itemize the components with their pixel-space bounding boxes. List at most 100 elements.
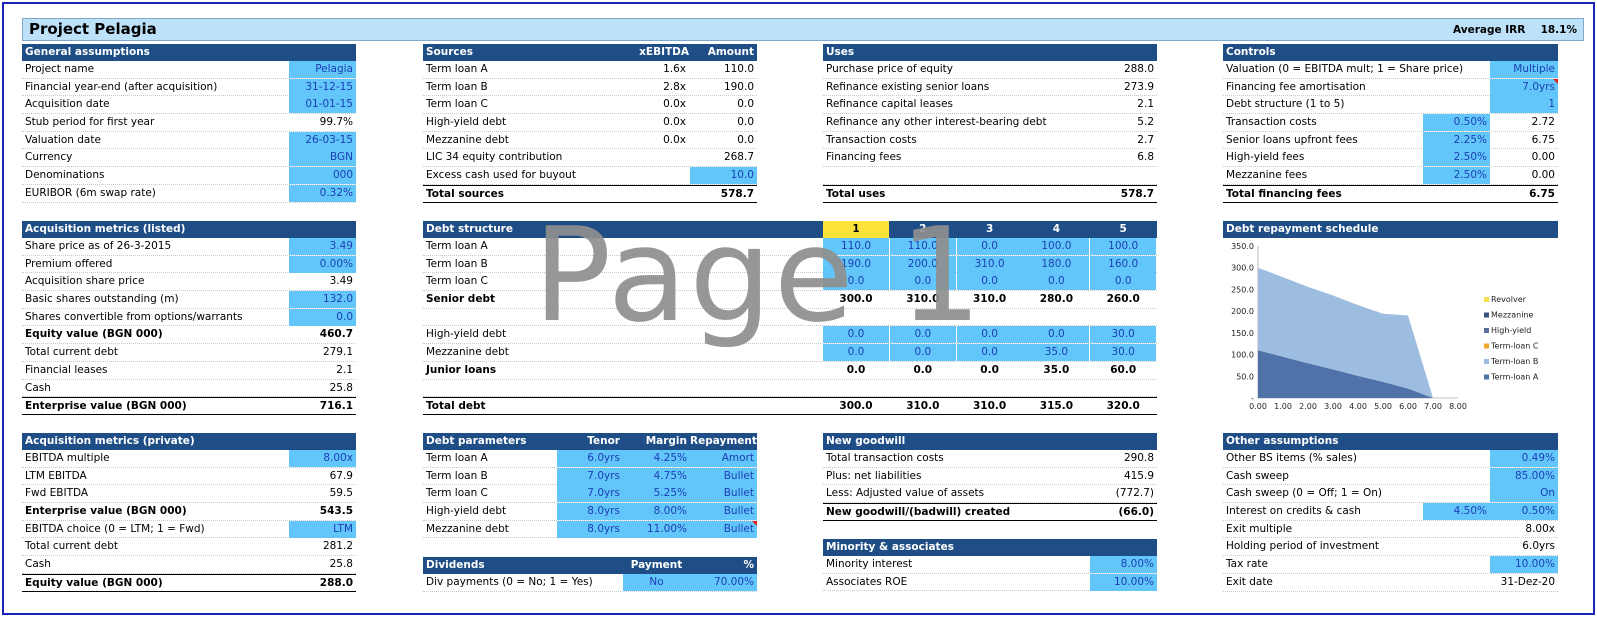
- sources-row-amount: 0.0: [737, 133, 754, 146]
- tenor-input[interactable]: 6.0yrs: [557, 450, 623, 467]
- senior-debt-row-value[interactable]: 0.0: [956, 273, 1023, 291]
- other-row-label: Tax rate: [1226, 558, 1268, 571]
- general-row-input[interactable]: 000: [289, 167, 356, 185]
- senior-debt-row-value[interactable]: 0.0: [823, 273, 889, 291]
- senior-debt-row-value[interactable]: 110.0: [823, 238, 889, 255]
- margin-input[interactable]: 4.75%: [623, 467, 690, 485]
- acq-private-row-input[interactable]: LTM: [289, 520, 356, 538]
- tenor-input[interactable]: 7.0yrs: [557, 485, 623, 503]
- acq-private-row-label: Enterprise value (BGN 000): [25, 505, 187, 518]
- sources-row-amount: 190.0: [723, 80, 754, 93]
- junior-debt-row-value[interactable]: 30.0: [1090, 326, 1157, 344]
- goodwill-total: New goodwill/(badwill) created (66.0): [823, 503, 1157, 521]
- junior-debt-row-value[interactable]: 0.0: [889, 344, 956, 362]
- debt-structure-option-3[interactable]: 3: [957, 221, 1023, 238]
- tenor-input[interactable]: 8.0yrs: [557, 503, 623, 521]
- acq-listed-row-input[interactable]: 0.00%: [289, 255, 356, 273]
- senior-debt-row-value[interactable]: 0.0: [1090, 273, 1157, 291]
- junior-debt-row-value[interactable]: 35.0: [1023, 344, 1090, 362]
- debt-structure-option-2[interactable]: 2: [890, 221, 956, 238]
- margin-input[interactable]: 4.25%: [623, 450, 690, 467]
- minority-row-input[interactable]: 8.00%: [1090, 556, 1157, 573]
- junior-debt-row-value[interactable]: 0.0: [1023, 326, 1090, 344]
- junior-debt-row-value[interactable]: 0.0: [823, 344, 889, 362]
- repayment-input[interactable]: Bullet: [690, 467, 757, 485]
- minority-row-input[interactable]: 10.00%: [1090, 573, 1157, 591]
- debt-structure-option-5[interactable]: 5: [1090, 221, 1156, 238]
- junior-debt-row-value[interactable]: 0.0: [956, 344, 1023, 362]
- repayment-input[interactable]: Amort: [690, 450, 757, 467]
- controls-row-pct-input[interactable]: 2.25%: [1423, 131, 1490, 149]
- general-row-input[interactable]: Pelagia: [289, 61, 356, 78]
- acq-private-row-input[interactable]: 8.00x: [289, 450, 356, 467]
- junior-debt-row-value[interactable]: 0.0: [889, 326, 956, 344]
- legend-label: Term-loan A: [1490, 373, 1539, 382]
- dividend-percent-input[interactable]: 70.00%: [690, 574, 757, 591]
- other-row-input[interactable]: On: [1490, 485, 1558, 503]
- general-row-input[interactable]: 26-03-15: [289, 131, 356, 149]
- senior-debt-row-value[interactable]: 0.0: [1023, 273, 1090, 291]
- controls-row-input[interactable]: 7.0yrs: [1490, 78, 1558, 96]
- acq-listed-row-input[interactable]: 132.0: [289, 291, 356, 309]
- senior-debt-row-value[interactable]: 310.0: [956, 255, 1023, 273]
- senior-debt-row-value[interactable]: 0.0: [889, 273, 956, 291]
- repayment-input[interactable]: Bullet: [690, 485, 757, 503]
- acq-private-row-label: LTM EBITDA: [25, 469, 87, 482]
- senior-debt-row-value[interactable]: 180.0: [1023, 255, 1090, 273]
- junior-debt-row-value[interactable]: 0.0: [823, 326, 889, 344]
- controls-row-pct-input[interactable]: 0.50%: [1423, 114, 1490, 132]
- debt-structure-option-1[interactable]: 1: [823, 221, 889, 238]
- other-row-input[interactable]: 0.49%: [1490, 450, 1558, 467]
- other-row-input[interactable]: 85.00%: [1490, 467, 1558, 485]
- senior-debt-row-value[interactable]: 110.0: [889, 238, 956, 255]
- legend-label: Term-loan B: [1490, 357, 1538, 366]
- uses-row: Refinance any other interest-bearing deb…: [823, 114, 1157, 132]
- margin-input[interactable]: 5.25%: [623, 485, 690, 503]
- repayment-input[interactable]: Bullet: [690, 520, 757, 538]
- debt-structure-option-4[interactable]: 4: [1023, 221, 1089, 238]
- acq-listed-row: Cash 25.8: [22, 380, 356, 398]
- tenor-input[interactable]: 8.0yrs: [557, 520, 623, 538]
- sources-row-xebitda: 2.8x: [663, 80, 686, 93]
- senior-debt-row-value[interactable]: 0.0: [956, 238, 1023, 255]
- margin-input[interactable]: 11.00%: [623, 520, 690, 538]
- general-row-input[interactable]: BGN: [289, 149, 356, 167]
- acq-listed-row-input[interactable]: 3.49: [289, 238, 356, 255]
- general-row-input[interactable]: 31-12-15: [289, 78, 356, 96]
- controls-row-pct-input[interactable]: 2.50%: [1423, 149, 1490, 167]
- junior-loans-total: Junior loans 0.0 0.0 0.0 35.0 60.0: [423, 362, 1157, 380]
- tenor-input[interactable]: 7.0yrs: [557, 467, 623, 485]
- junior-debt-row-value[interactable]: 30.0: [1090, 344, 1157, 362]
- other-row-label: Other BS items (% sales): [1226, 452, 1357, 464]
- dividends-header: Dividends Payment%: [423, 557, 757, 574]
- senior-debt-row-value[interactable]: 190.0: [823, 255, 889, 273]
- y-tick-label: 350.0: [1231, 242, 1254, 251]
- other-row-pct-input[interactable]: 4.50%: [1423, 503, 1490, 521]
- senior-debt-row-value[interactable]: 160.0: [1090, 255, 1157, 273]
- other-row-input[interactable]: 10.00%: [1490, 556, 1558, 574]
- excess-cash-input[interactable]: 10.0: [690, 167, 757, 185]
- repayment-input[interactable]: Bullet: [690, 503, 757, 521]
- dividend-payment-input[interactable]: No: [623, 574, 690, 591]
- senior-debt-row-value[interactable]: 100.0: [1090, 238, 1157, 255]
- goodwill-row: Plus: net liabilities 415.9: [823, 468, 1157, 486]
- margin-input[interactable]: 8.00%: [623, 503, 690, 521]
- controls-row-input[interactable]: 1: [1490, 96, 1558, 114]
- acq-private-row: Fwd EBITDA 59.5: [22, 485, 356, 504]
- junior-debt-row-value[interactable]: 0.0: [956, 326, 1023, 344]
- general-row: Acquisition date 01-01-15: [22, 96, 356, 115]
- acq-listed-row-input[interactable]: 0.0: [289, 308, 356, 326]
- general-row-input[interactable]: 01-01-15: [289, 96, 356, 114]
- general-row-input[interactable]: 0.32%: [289, 184, 356, 202]
- legend-label: Revolver: [1491, 295, 1527, 304]
- senior-debt-row-value[interactable]: 200.0: [889, 255, 956, 273]
- total-debt-value: 320.0: [1106, 400, 1140, 413]
- other-row-input[interactable]: 0.50%: [1490, 503, 1558, 521]
- total-debt-value: 310.0: [972, 400, 1007, 413]
- controls-row-pct-input[interactable]: 2.50%: [1423, 167, 1490, 185]
- debt-repayment-title: Debt repayment schedule: [1226, 223, 1379, 235]
- general-row-label: EURIBOR (6m swap rate): [25, 186, 156, 199]
- controls-row-input[interactable]: Multiple: [1490, 61, 1558, 78]
- senior-debt-row-value[interactable]: 100.0: [1023, 238, 1090, 255]
- sources-col-amount: Amount: [707, 46, 754, 58]
